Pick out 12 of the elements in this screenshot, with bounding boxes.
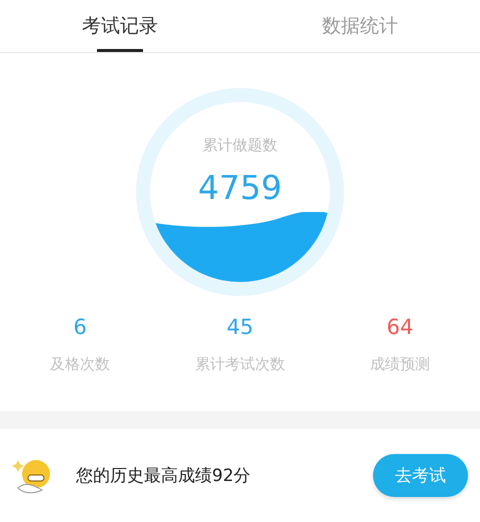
stat-label: 累计考试次数 xyxy=(195,355,285,374)
stat-label: 成绩预测 xyxy=(370,355,430,374)
tab[interactable]: 数据统计 xyxy=(240,0,480,52)
stat-label: 及格次数 xyxy=(50,355,110,374)
tab[interactable]: 考试记录 xyxy=(0,0,240,52)
gauge-value: 4759 xyxy=(197,168,283,207)
best-score-text: 您的历史最高成绩92分 xyxy=(76,465,252,487)
stat-value: 64 xyxy=(386,315,414,339)
stat-value: 6 xyxy=(73,315,87,339)
stat-value: 45 xyxy=(226,315,254,339)
start-exam-button[interactable]: 去考试 xyxy=(373,454,468,497)
gauge-label: 累计做题数 xyxy=(202,136,278,155)
